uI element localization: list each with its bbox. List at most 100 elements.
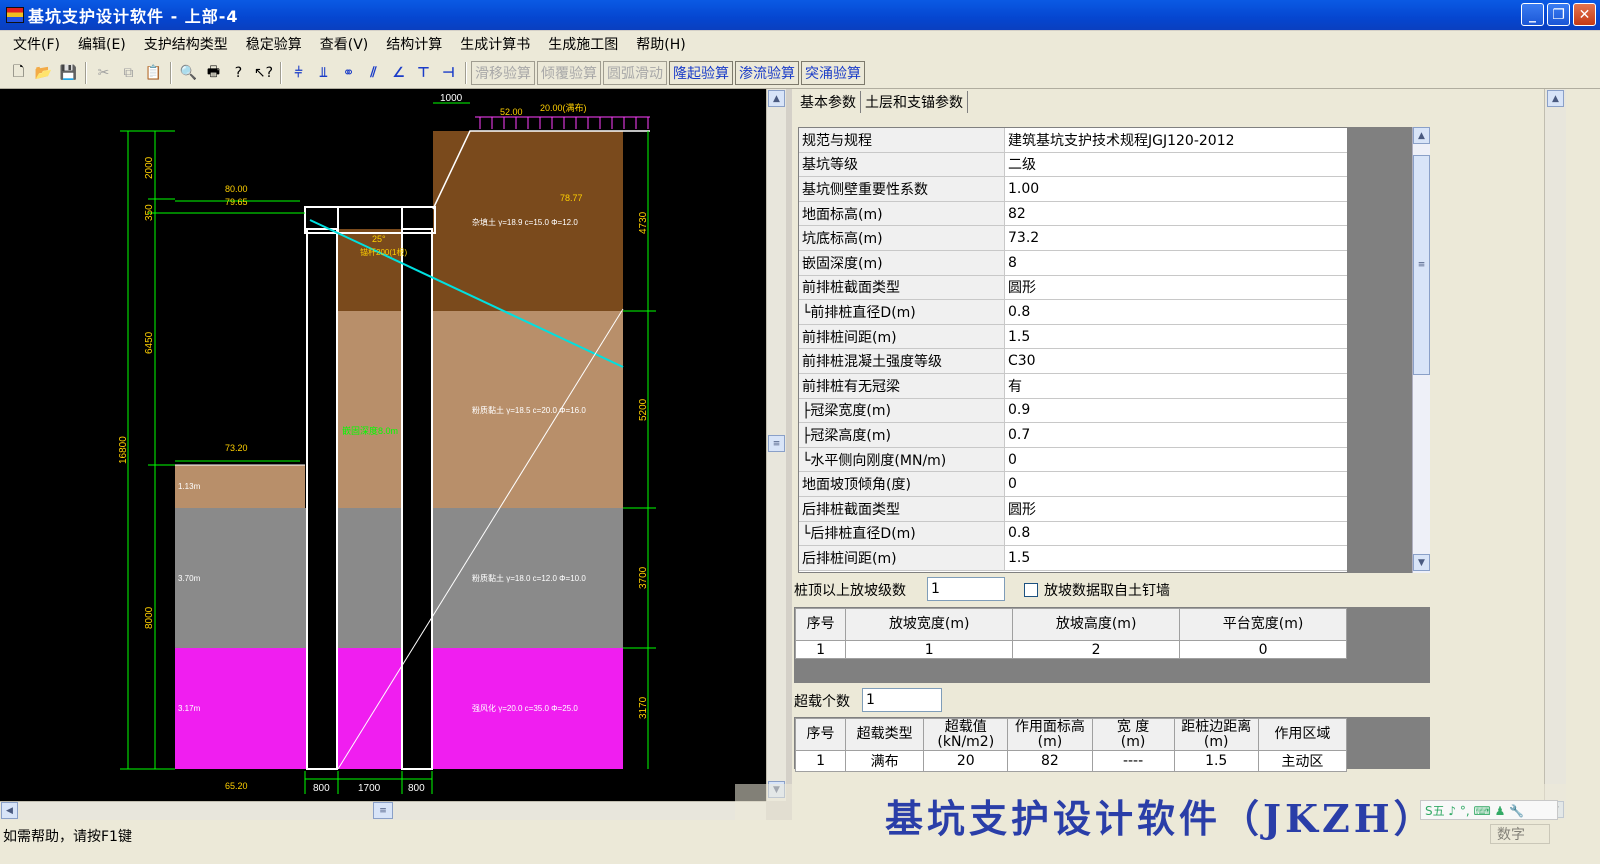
param-row[interactable]: └后排桩直径D(m) 0.8 [799,521,1347,547]
slope-levels-input[interactable]: 1 [927,577,1005,601]
paste-icon[interactable]: 📋 [141,61,166,85]
param-value[interactable]: 0.8 [1005,300,1347,324]
surcharge-table-cell[interactable]: 1 [794,750,847,772]
soil-nail-icon[interactable]: ⫽ [361,61,386,85]
help-icon[interactable]: ? [226,61,251,85]
param-value[interactable]: 圆形 [1005,497,1347,521]
param-row[interactable]: 前排桩截面类型 圆形 [799,275,1347,301]
menu-gen-report[interactable]: 生成计算书 [451,34,539,54]
double-piles-icon[interactable]: ⫫ [311,61,336,85]
param-row[interactable]: 前排桩有无冠梁有 [799,373,1347,399]
param-value[interactable]: 8 [1005,251,1347,275]
context-help-icon[interactable]: ↖? [251,61,276,85]
menu-file[interactable]: 文件(F) [4,34,69,54]
param-value[interactable]: 建筑基坑支护技术规程JGJ120-2012 [1005,128,1347,152]
row-piles-icon[interactable]: ⫩ [286,61,311,85]
slope-table-cell[interactable]: 2 [1012,640,1181,659]
gushing-check-button[interactable]: 突涌验算 [801,60,865,85]
surcharge-table-row[interactable]: 1 满布 20 82 ---- 1.5 主动区 [794,750,1348,772]
param-value[interactable]: 1.00 [1005,177,1347,201]
menu-view[interactable]: 查看(V) [311,34,378,54]
slope-table-cell[interactable]: 1 [794,640,847,659]
print-preview-icon[interactable]: 🔍 [176,61,201,85]
surcharge-table-cell[interactable]: 20 [923,750,1009,772]
param-row[interactable]: 坑底标高(m) 73.2 [799,226,1347,251]
overturning-check-button[interactable]: 倾覆验算 [537,60,601,85]
scroll-up-icon[interactable]: ▲ [1547,90,1564,107]
param-row[interactable]: ├冠梁高度(m) 0.7 [799,423,1347,448]
param-row[interactable]: └水平侧向刚度(MN/m) 0 [799,447,1347,473]
param-row[interactable]: 基坑侧壁重要性系数 1.00 [799,177,1347,202]
param-row[interactable]: 地面标高(m) 82 [799,201,1347,227]
cad-drawing-canvas[interactable]: 1000 52.00 20.00(满布) 80.00 79.65 78.77 7… [0,89,766,801]
menu-edit[interactable]: 编辑(E) [69,34,135,54]
params-scrollbar[interactable]: ▲ ≡ ▼ [1412,127,1430,573]
open-folder-icon[interactable]: 📂 [31,61,56,85]
param-value[interactable]: 1.5 [1005,325,1347,349]
menu-gen-drawing[interactable]: 生成施工图 [539,34,627,54]
param-value[interactable]: 1.5 [1005,546,1347,570]
seepage-check-button[interactable]: 渗流验算 [735,60,799,85]
param-value[interactable]: 0.8 [1005,522,1347,546]
circular-slip-button[interactable]: 圆弧滑动 [603,60,667,85]
surcharge-table-cell[interactable]: 主动区 [1257,750,1348,772]
tab-basic-params[interactable]: 基本参数 [796,91,861,113]
param-row[interactable]: 后排桩截面类型 圆形 [799,496,1347,522]
param-row[interactable]: 地面坡顶倾角(度) 0 [799,472,1347,497]
strut-icon[interactable]: ⊣ [436,61,461,85]
maximize-button[interactable]: ❐ [1547,3,1570,26]
param-row[interactable]: ├冠梁宽度(m) 0.9 [799,398,1347,424]
param-value[interactable]: 73.2 [1005,226,1347,250]
surcharge-table-cell[interactable]: ---- [1091,750,1175,772]
scroll-left-icon[interactable]: ◀ [1,802,18,819]
param-value[interactable]: 82 [1005,202,1347,226]
param-value[interactable]: 0 [1005,472,1347,496]
panel-vertical-scrollbar[interactable]: ▲ ▼ [1544,89,1566,820]
scroll-up-icon[interactable]: ▲ [1413,127,1430,144]
scroll-thumb[interactable]: ≡ [1413,155,1430,375]
scroll-up-icon[interactable]: ▲ [768,90,785,107]
copy-icon[interactable]: ⧉ [116,61,141,85]
cut-icon[interactable]: ✂ [91,61,116,85]
param-row[interactable]: 前排桩混凝土强度等级 C30 [799,349,1347,374]
minimize-button[interactable]: _ [1521,3,1544,26]
surcharge-table-cell[interactable]: 满布 [845,750,925,772]
slope-icon[interactable]: ∠ [386,61,411,85]
save-icon[interactable]: 💾 [56,61,81,85]
menu-structure-type[interactable]: 支护结构类型 [135,34,237,54]
ime-toolbar[interactable]: S五 ♪ °, ⌨ ♟ 🔧 [1420,800,1558,820]
menu-structure-calc[interactable]: 结构计算 [377,34,451,54]
slope-table-cell[interactable]: 1 [845,640,1014,659]
param-row[interactable]: 基坑等级 二级 [799,152,1347,178]
param-value[interactable]: 圆形 [1005,276,1347,300]
param-value[interactable]: 0.9 [1005,399,1347,423]
heave-check-button[interactable]: 隆起验算 [669,60,733,85]
slope-table-cell[interactable]: 0 [1179,640,1347,659]
anchor-icon[interactable]: ⚭ [336,61,361,85]
scroll-down-icon[interactable]: ▼ [1413,554,1430,571]
drawing-horizontal-scrollbar[interactable]: ◀ ≡ [0,801,766,820]
menu-help[interactable]: 帮助(H) [627,34,694,54]
param-row[interactable]: 嵌固深度(m) 8 [799,250,1347,276]
print-icon[interactable]: 🖶 [201,61,226,85]
scroll-thumb[interactable]: ≡ [768,435,785,452]
tab-soil-anchor-params[interactable]: 土层和支锚参数 [861,91,968,113]
retaining-wall-icon[interactable]: ⊤ [411,61,436,85]
slope-from-nail-checkbox[interactable] [1024,583,1038,597]
surcharge-table-cell[interactable]: 1.5 [1173,750,1259,772]
param-value[interactable]: 二级 [1005,153,1347,177]
sliding-check-button[interactable]: 滑移验算 [471,60,535,85]
param-value[interactable]: C30 [1005,349,1347,373]
close-button[interactable]: ✕ [1573,3,1596,26]
slope-table-row[interactable]: 1120 [794,640,1347,659]
drawing-vertical-scrollbar[interactable]: ▲ ≡ ▼ [766,89,786,801]
param-row[interactable]: └前排桩直径D(m) 0.8 [799,300,1347,325]
param-row[interactable]: 后排桩间距(m) 1.5 [799,546,1347,571]
surcharge-count-input[interactable]: 1 [862,688,942,712]
param-value[interactable]: 0.7 [1005,423,1347,447]
param-value[interactable]: 0 [1005,448,1347,472]
param-value[interactable]: 有 [1005,374,1347,398]
param-row[interactable]: 前排桩间距(m) 1.5 [799,324,1347,350]
param-row[interactable]: 规范与规程 建筑基坑支护技术规程JGJ120-2012 [799,128,1347,153]
surcharge-table-cell[interactable]: 82 [1007,750,1093,772]
